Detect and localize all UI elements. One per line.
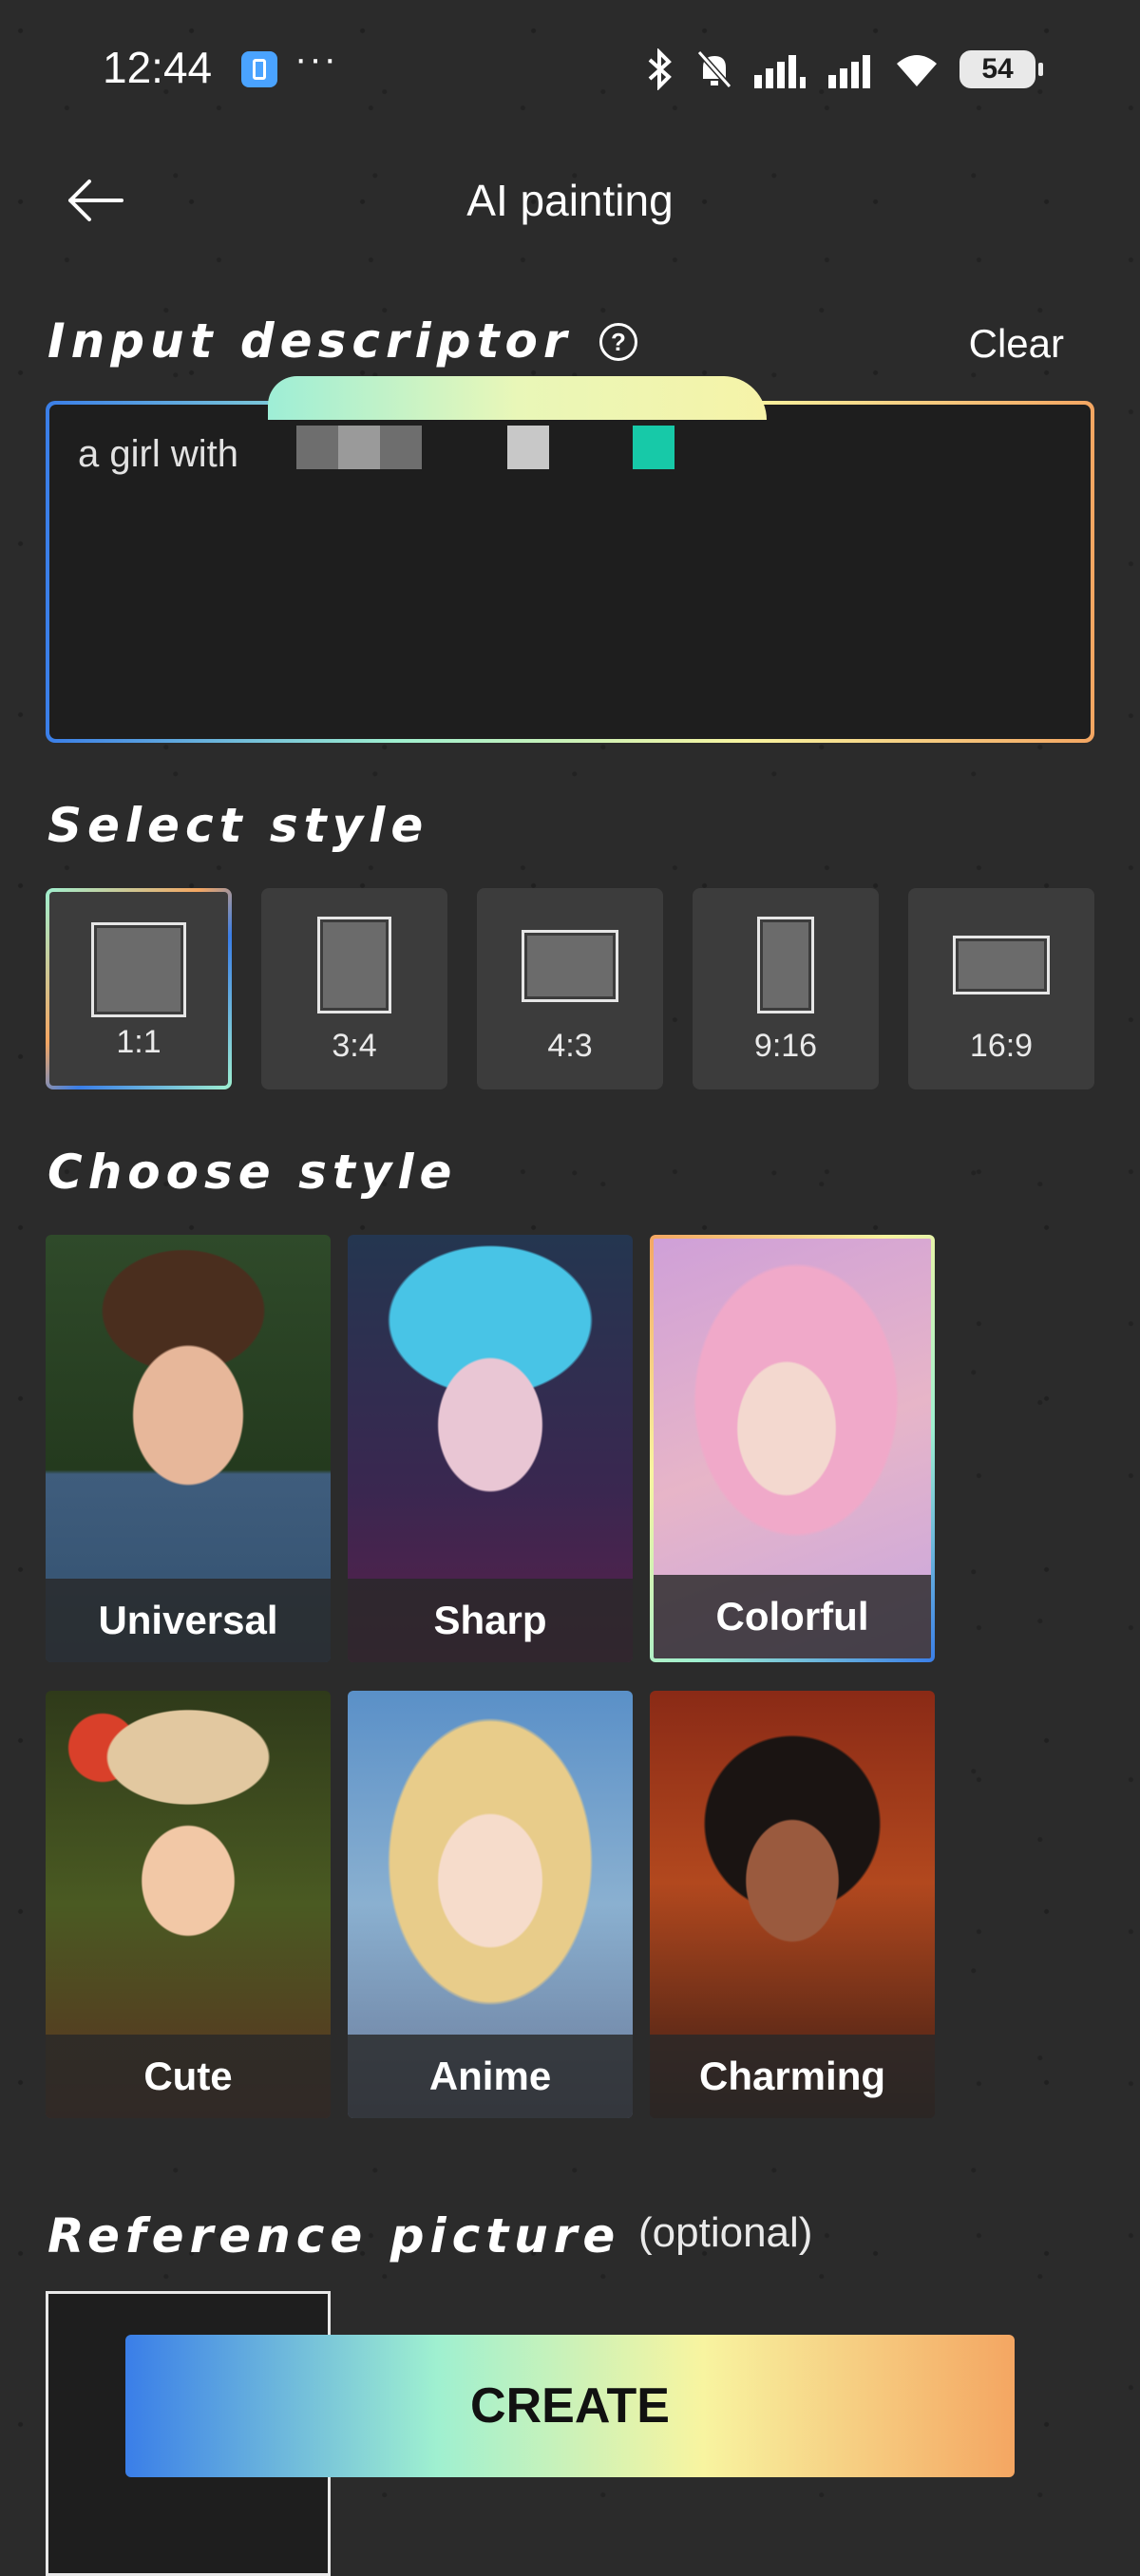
page-title: AI painting: [466, 176, 674, 225]
signal-icon: [754, 55, 806, 88]
ratio-option-4-3[interactable]: 4:3: [477, 888, 663, 1089]
app-header: AI painting: [0, 161, 1140, 237]
reference-picture-title: Reference picture: [48, 2208, 621, 2263]
ratio-4-3-icon: [522, 930, 618, 1002]
status-icons: 54: [646, 46, 1043, 93]
redaction-block: [380, 426, 422, 469]
style-label: Colorful: [654, 1575, 931, 1658]
redaction-block: [633, 426, 674, 469]
style-card-colorful[interactable]: Colorful: [650, 1235, 935, 1662]
ratio-label: 9:16: [753, 1028, 818, 1064]
aspect-ratio-options: 1:1 3:4 4:3 9:16 16:9: [46, 888, 1094, 1089]
style-label: Universal: [46, 1579, 331, 1662]
ratio-9-16-icon: [757, 917, 814, 1013]
optional-label: (optional): [638, 2209, 813, 2256]
notification-app-icon: [241, 51, 277, 87]
style-card-cute[interactable]: Cute: [46, 1691, 331, 2118]
ratio-label: 3:4: [332, 1028, 377, 1064]
ratio-3-4-icon: [317, 917, 391, 1013]
mute-bell-icon: [696, 50, 732, 88]
ratio-16-9-icon: [953, 936, 1050, 994]
redaction-block: [507, 426, 549, 469]
status-time: 12:44: [103, 43, 213, 92]
redaction-block: [296, 426, 338, 469]
input-descriptor-title: Input descriptor: [48, 313, 573, 369]
status-bar: 12:44 ··· 54: [0, 0, 1140, 133]
signal-icon: [828, 55, 870, 88]
select-style-title: Select style: [48, 798, 429, 853]
ratio-option-3-4[interactable]: 3:4: [261, 888, 447, 1089]
style-card-sharp[interactable]: Sharp: [348, 1235, 633, 1662]
descriptor-input[interactable]: a girl with: [49, 405, 1091, 739]
clear-button[interactable]: Clear: [969, 321, 1064, 367]
battery-icon: 54: [960, 50, 1043, 88]
wifi-icon: [897, 55, 937, 86]
style-card-anime[interactable]: Anime: [348, 1691, 633, 2118]
style-card-universal[interactable]: Universal: [46, 1235, 331, 1662]
ratio-option-9-16[interactable]: 9:16: [693, 888, 879, 1089]
ratio-label: 4:3: [547, 1028, 593, 1064]
redaction-block: [338, 426, 380, 469]
help-icon[interactable]: ?: [599, 323, 637, 361]
ratio-option-16-9[interactable]: 16:9: [908, 888, 1094, 1089]
style-label: Cute: [46, 2035, 331, 2118]
battery-level: 54: [981, 53, 1014, 85]
style-label: Charming: [650, 2035, 935, 2118]
more-notifications-icon: ···: [294, 38, 338, 80]
descriptor-input-frame[interactable]: a girl with: [46, 401, 1094, 743]
descriptor-text: a girl with: [78, 433, 238, 475]
redaction-sticker: [268, 376, 767, 420]
style-grid: Universal Sharp Colorful Cute Anime Char…: [46, 1235, 958, 2123]
style-label: Anime: [348, 2035, 633, 2118]
style-label: Sharp: [348, 1579, 633, 1662]
style-card-charming[interactable]: Charming: [650, 1691, 935, 2118]
ratio-label: 1:1: [116, 1024, 162, 1060]
ratio-label: 16:9: [969, 1028, 1034, 1064]
bluetooth-icon: [648, 48, 672, 90]
ratio-1-1-icon: [91, 922, 186, 1017]
ratio-option-1-1[interactable]: 1:1: [46, 888, 232, 1089]
choose-style-title: Choose style: [48, 1145, 458, 1200]
create-button[interactable]: CREATE: [125, 2335, 1015, 2477]
